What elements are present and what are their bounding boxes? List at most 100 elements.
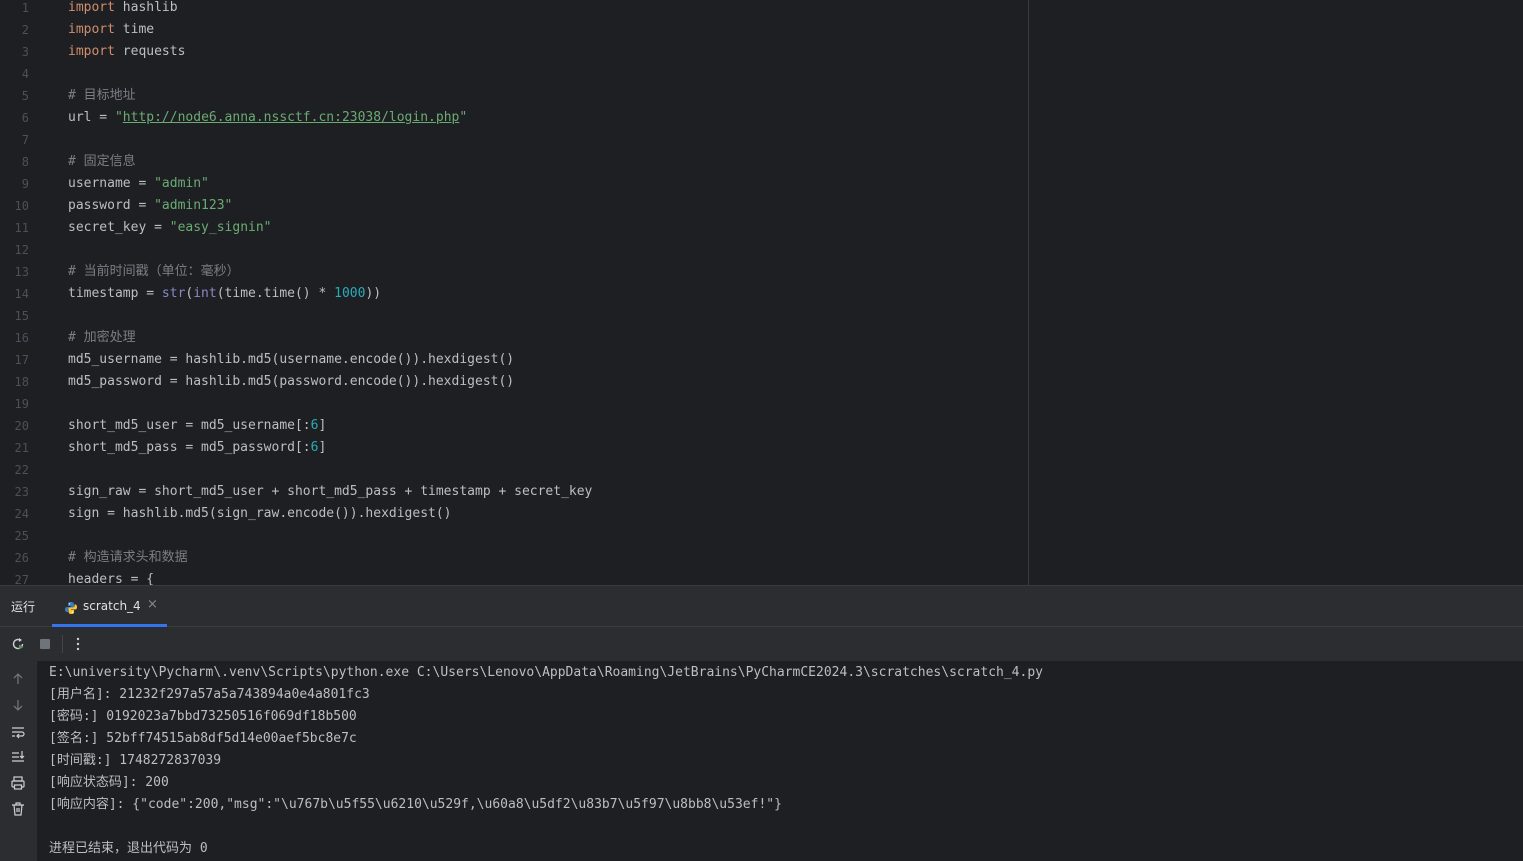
code-line[interactable]: url = "http://node6.anna.nssctf.cn:23038…: [68, 107, 1523, 129]
code-line[interactable]: import time: [68, 19, 1523, 41]
code-line[interactable]: # 固定信息: [68, 151, 1523, 173]
code-token: 1000: [334, 286, 366, 301]
line-number: 17: [14, 353, 29, 367]
line-number: 23: [14, 485, 29, 499]
code-token: headers = {: [68, 572, 155, 585]
code-token: # 固定信息: [68, 154, 136, 169]
rerun-icon[interactable]: [10, 636, 26, 652]
code-area[interactable]: import hashlib import time import requests…: [68, 0, 1523, 585]
code-line[interactable]: [68, 129, 1523, 151]
arrow-up-icon[interactable]: [10, 671, 26, 687]
code-line[interactable]: sign = hashlib.md5(sign_raw.encode()).he…: [68, 503, 1523, 525]
line-number: 3: [21, 45, 29, 59]
code-token: )): [365, 286, 382, 301]
run-panel-header: 运行 scratch_4 ×: [0, 585, 1523, 627]
code-token: # 目标地址: [68, 88, 136, 103]
code-token: "easy_signin": [169, 220, 272, 235]
console-output[interactable]: E:\university\Pycharm\.venv\Scripts\pyth…: [37, 661, 1523, 861]
line-number: 21: [14, 441, 29, 455]
code-line[interactable]: import hashlib: [68, 0, 1523, 19]
code-token: sign_raw = short_md5_user + short_md5_pa…: [68, 484, 593, 499]
line-number: 12: [14, 243, 29, 257]
code-line[interactable]: timestamp = str(int(time.time() * 1000)): [68, 283, 1523, 305]
code-line[interactable]: [68, 239, 1523, 261]
code-line[interactable]: password = "admin123": [68, 195, 1523, 217]
stop-icon[interactable]: [37, 636, 53, 652]
line-number: 24: [14, 507, 29, 521]
code-editor[interactable]: 1 2 3 4 5 6 7 8 9 10 11 12 13 14 15 16 17 18 19 20 21 22 23 24 2…: [0, 0, 1523, 585]
code-token: sign = hashlib.md5(sign_raw.encode()).he…: [68, 506, 452, 521]
console-line: [用户名]: 21232f297a57a5a743894a0e4a801fc3: [49, 687, 370, 702]
more-vertical-icon[interactable]: [70, 636, 86, 652]
code-token: md5_username = hashlib.md5(username.enco…: [68, 352, 515, 367]
code-line[interactable]: sign_raw = short_md5_user + short_md5_pa…: [68, 481, 1523, 503]
line-number: 16: [14, 331, 29, 345]
console-line: 进程已结束，退出代码为 0: [49, 841, 208, 856]
line-number: 9: [21, 177, 29, 191]
code-link[interactable]: http://node6.anna.nssctf.cn:23038/login.…: [123, 110, 460, 125]
line-number: 27: [14, 573, 29, 585]
code-token: import: [68, 22, 115, 37]
code-token: (time.time() *: [216, 286, 335, 301]
code-line[interactable]: headers = {: [68, 569, 1523, 585]
code-line[interactable]: short_md5_user = md5_username[:6]: [68, 415, 1523, 437]
code-line[interactable]: import requests: [68, 41, 1523, 63]
code-line[interactable]: # 当前时间戳（单位：毫秒）: [68, 261, 1523, 283]
line-number: 1: [21, 1, 29, 15]
line-number: 15: [14, 309, 29, 323]
tab-scratch-4[interactable]: scratch_4 ×: [52, 586, 167, 627]
line-number: 19: [14, 397, 29, 411]
code-token: ": [114, 110, 123, 125]
code-line[interactable]: [68, 305, 1523, 327]
code-token: password =: [68, 198, 155, 213]
arrow-down-icon[interactable]: [10, 697, 26, 713]
code-line[interactable]: [68, 459, 1523, 481]
line-number: 10: [14, 199, 29, 213]
code-token: requests: [114, 44, 186, 59]
code-line[interactable]: username = "admin": [68, 173, 1523, 195]
code-token: short_md5_user = md5_username[:: [68, 418, 311, 433]
code-token: url =: [68, 110, 115, 125]
code-line[interactable]: secret_key = "easy_signin": [68, 217, 1523, 239]
code-line[interactable]: [68, 63, 1523, 85]
line-number: 5: [21, 89, 29, 103]
code-token: md5_password = hashlib.md5(password.enco…: [68, 374, 515, 389]
code-line[interactable]: # 加密处理: [68, 327, 1523, 349]
console-line: [响应内容]: {"code":200,"msg":"\u767b\u5f55\…: [49, 797, 782, 812]
toolbar-separator: [62, 635, 63, 653]
scroll-to-end-icon[interactable]: [10, 749, 26, 765]
code-token: int: [193, 286, 217, 301]
run-toolbar: [0, 627, 1523, 661]
code-token: time: [114, 22, 155, 37]
line-number: 11: [14, 221, 29, 235]
code-token: import: [68, 0, 115, 15]
trash-icon[interactable]: [10, 801, 26, 817]
python-file-icon: [64, 600, 78, 614]
code-line[interactable]: # 目标地址: [68, 85, 1523, 107]
console-line: E:\university\Pycharm\.venv\Scripts\pyth…: [49, 665, 1043, 680]
code-token: str: [161, 286, 186, 301]
line-number: 7: [21, 133, 29, 147]
close-icon[interactable]: ×: [147, 597, 158, 612]
print-icon[interactable]: [10, 775, 26, 791]
line-number: 2: [21, 23, 29, 37]
code-line[interactable]: md5_password = hashlib.md5(password.enco…: [68, 371, 1523, 393]
code-line[interactable]: short_md5_pass = md5_password[:6]: [68, 437, 1523, 459]
console-line: [响应状态码]: 200: [49, 775, 169, 790]
code-token: secret_key =: [68, 220, 170, 235]
line-number: 18: [14, 375, 29, 389]
code-line[interactable]: # 构造请求头和数据: [68, 547, 1523, 569]
code-token: short_md5_pass = md5_password[:: [68, 440, 311, 455]
code-token: "admin123": [154, 198, 233, 213]
code-token: # 构造请求头和数据: [68, 550, 188, 565]
code-line[interactable]: md5_username = hashlib.md5(username.enco…: [68, 349, 1523, 371]
console-line: [签名:] 52bff74515ab8df5d14e00aef5bc8e7c: [49, 731, 357, 746]
line-number-gutter: 1 2 3 4 5 6 7 8 9 10 11 12 13 14 15 16 17 18 19 20 21 22 23 24 2…: [0, 0, 40, 585]
code-token: # 当前时间戳（单位：毫秒）: [68, 264, 240, 279]
code-line[interactable]: [68, 393, 1523, 415]
code-token: "admin": [154, 176, 209, 191]
soft-wrap-icon[interactable]: [10, 724, 26, 740]
line-number: 14: [14, 287, 29, 301]
line-number: 4: [21, 67, 29, 81]
code-line[interactable]: [68, 525, 1523, 547]
